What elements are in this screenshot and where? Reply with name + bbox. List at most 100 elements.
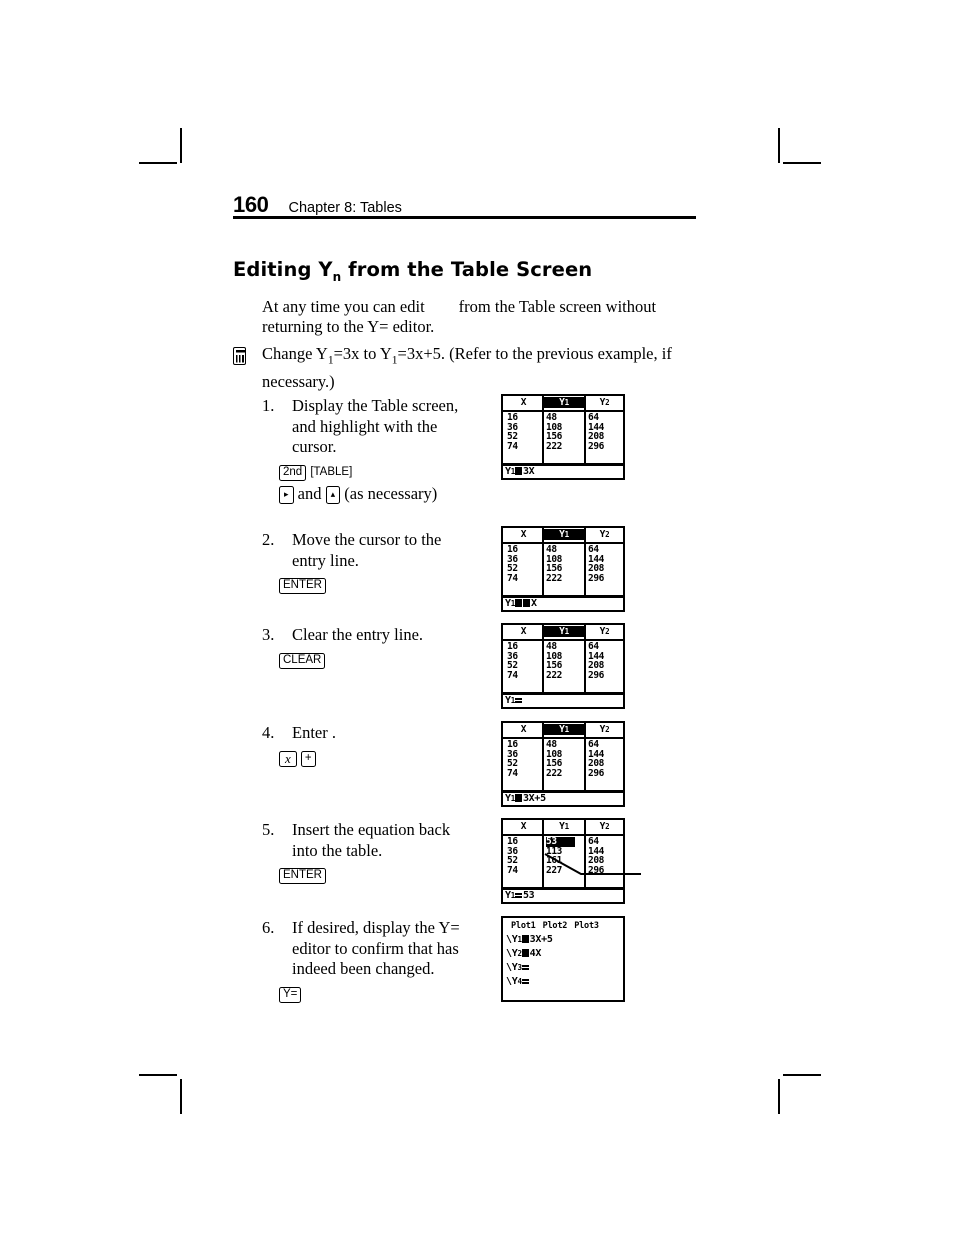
column-header-y1: Y1 — [544, 626, 584, 637]
entry-value: 3X+5 — [522, 793, 546, 804]
column-header-y1: Y1 — [544, 724, 584, 735]
table-cell: 296 — [588, 767, 604, 779]
step-5: 5. Insert the equation back into the tab… — [262, 820, 477, 885]
step-5-number: 5. — [262, 820, 275, 839]
column-values-y2: 64 144 208 296 — [588, 837, 604, 875]
entry-subscript: 1 — [510, 891, 516, 900]
column-header-y1: Y1 — [544, 397, 584, 408]
running-title: Chapter 8: Tables — [288, 200, 402, 216]
step-6-number: 6. — [262, 918, 275, 937]
table-display: X Y1 Y2 16 36 52 74 53 113 161 227 64 14… — [503, 820, 623, 902]
column-header-y2: Y2 — [599, 724, 610, 735]
entry-line: Y1 X — [505, 598, 537, 610]
y4-subscript: 4 — [517, 977, 522, 986]
key-table[interactable]: [TABLE] — [310, 462, 352, 483]
y-editor-line-3: \Y3 — [506, 962, 530, 974]
column-values-x: 16 36 52 74 — [507, 740, 518, 778]
calculator-icon — [233, 347, 246, 365]
y2-prefix: \Y — [506, 948, 518, 959]
table-cell: 74 — [507, 767, 518, 779]
table-cell: 222 — [546, 440, 562, 452]
page-header: 160 Chapter 8: Tables — [233, 192, 696, 218]
plot1-label[interactable]: Plot1 — [511, 921, 536, 931]
key-2nd[interactable]: 2nd — [279, 464, 307, 481]
column-header-x: X — [520, 724, 527, 735]
header-rule — [503, 737, 623, 739]
keys-note-as-necessary: (as necessary) — [340, 484, 438, 504]
step-4-keys: x + — [279, 747, 477, 768]
screen-step-1: X Y1 Y2 16 36 52 74 48 108 156 222 64 14… — [501, 394, 625, 480]
entry-value: 3X — [522, 466, 535, 477]
crop-mark-bottom-right-vertical — [778, 1079, 780, 1114]
table-display: X Y1 Y2 16 36 52 74 48 108 156 222 64 14… — [503, 723, 623, 805]
example-text-a: Change Y — [262, 344, 328, 363]
y-editor-line-1: \Y1 3X+5 — [506, 934, 553, 946]
crop-mark-top-left-horizontal — [139, 162, 177, 164]
step-6-text: If desired, display the Y= editor to con… — [292, 918, 460, 978]
step-4: 4. Enter . x + — [262, 723, 477, 768]
example-lead-in: Change Y1=3x to Y1=3x+5. (Refer to the p… — [233, 343, 696, 392]
entry-value: X — [530, 598, 537, 609]
entry-line: Y1 3X+5 — [505, 793, 546, 805]
equals-sign-icon — [515, 891, 523, 899]
key-clear[interactable]: CLEAR — [279, 652, 326, 669]
key-x-variable[interactable]: x — [279, 750, 297, 767]
key-right-arrow[interactable]: ▸ — [279, 486, 294, 505]
entry-subscript: 1 — [510, 467, 516, 476]
y1-subscript: 1 — [517, 935, 522, 944]
step-4-number: 4. — [262, 723, 275, 742]
column-values-y1: 48 108 156 222 — [546, 740, 562, 778]
screen-step-2: X Y1 Y2 16 36 52 74 48 108 156 222 64 14… — [501, 526, 625, 612]
intro-text-part1: At any time you can edit — [262, 296, 425, 316]
plot2-label[interactable]: Plot2 — [543, 921, 568, 931]
crop-mark-top-right-horizontal — [783, 162, 821, 164]
table-display: X Y1 Y2 16 36 52 74 48 108 156 222 64 14… — [503, 625, 623, 707]
key-enter[interactable]: ENTER — [279, 578, 326, 595]
keys-conjunction: and — [293, 484, 326, 504]
column-values-y2: 64 144 208 296 — [588, 413, 604, 451]
equals-block-icon — [515, 794, 523, 802]
equals-block-icon — [515, 599, 523, 607]
table-cell: 74 — [507, 440, 518, 452]
page-number: 160 — [233, 192, 269, 217]
step-4-text: Enter . — [292, 723, 336, 742]
table-cell: 222 — [546, 572, 562, 584]
step-2-keys: ENTER — [279, 574, 477, 595]
entry-subscript: 1 — [510, 599, 516, 608]
column-values-y1: 48 108 156 222 — [546, 413, 562, 451]
cursor-block-icon — [523, 599, 531, 607]
table-cell: 74 — [507, 572, 518, 584]
crop-mark-top-left-vertical — [180, 128, 182, 163]
column-header-y1: Y1 — [559, 821, 569, 832]
equals-block-icon — [522, 935, 530, 943]
key-up-arrow[interactable]: ▴ — [325, 486, 341, 505]
crop-mark-bottom-left-vertical — [180, 1079, 182, 1114]
plot3-label[interactable]: Plot3 — [574, 921, 599, 931]
crop-mark-top-right-vertical — [778, 128, 780, 163]
entry-line: Y1 — [505, 695, 523, 707]
step-6-keys: Y= — [279, 983, 477, 1004]
header-rule — [503, 834, 623, 836]
column-values-x: 16 36 52 74 — [507, 642, 518, 680]
entry-subscript: 1 — [510, 696, 516, 705]
equals-block-icon — [522, 949, 530, 957]
equals-block-icon — [515, 467, 523, 475]
column-header-x: X — [520, 529, 527, 540]
table-cell: 296 — [588, 440, 604, 452]
entry-line: Y1 53 — [505, 890, 535, 902]
key-y-equals[interactable]: Y= — [279, 986, 302, 1003]
example-text-b: =3x to Y — [333, 344, 392, 363]
step-2-text: Move the cursor to the entry line. — [292, 530, 442, 570]
key-plus[interactable]: + — [300, 750, 316, 767]
entry-line: Y1 3X — [505, 466, 535, 478]
header-rule — [503, 639, 623, 641]
column-values-x: 16 36 52 74 — [507, 837, 518, 875]
column-values-y2: 64 144 208 296 — [588, 642, 604, 680]
column-header-y2: Y2 — [599, 397, 610, 408]
entry-value: 53 — [522, 890, 535, 901]
table-display: X Y1 Y2 16 36 52 74 48 108 156 222 64 14… — [503, 396, 623, 478]
page-title-prefix: Editing Y — [233, 258, 333, 282]
y1-prefix: \Y — [506, 934, 518, 945]
header-rule — [503, 410, 623, 412]
key-enter[interactable]: ENTER — [279, 868, 326, 885]
